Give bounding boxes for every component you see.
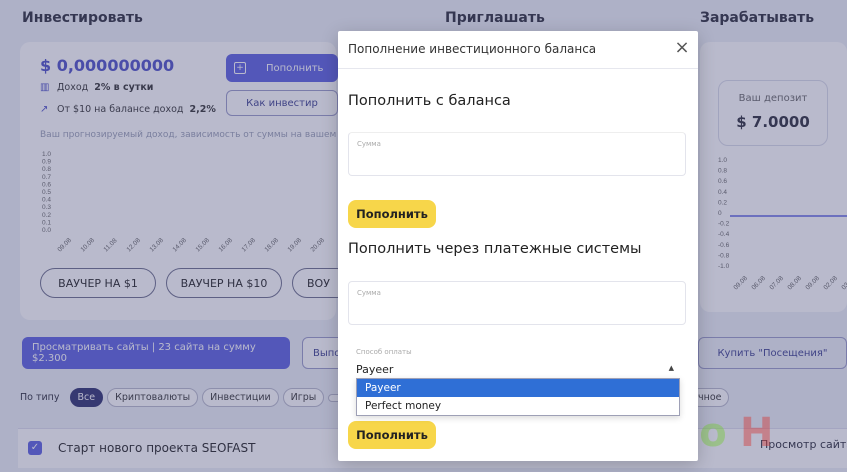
replenish-payment-button[interactable]: Пополнить [348, 421, 436, 449]
sum-field[interactable]: Сумма [348, 132, 686, 176]
payment-method-value: Payeer [356, 363, 394, 376]
payment-method-select[interactable]: Способ оплаты Payeer ▲ [348, 344, 686, 380]
section-payment-title: Пополнить через платежные системы [348, 241, 642, 257]
payment-method-label: Способ оплаты [356, 348, 412, 356]
sum-field-2-label: Сумма [357, 289, 381, 297]
payment-method-dropdown: Payeer Perfect money [356, 378, 680, 416]
modal-header: Пополнение инвестиционного баланса × [338, 31, 698, 69]
option-payeer[interactable]: Payeer [357, 379, 679, 397]
sum-field-2[interactable]: Сумма [348, 281, 686, 325]
sum-input-2[interactable] [355, 302, 679, 318]
option-perfect-money[interactable]: Perfect money [357, 397, 679, 415]
replenish-balance-button[interactable]: Пополнить [348, 200, 436, 228]
sum-field-label: Сумма [357, 140, 381, 148]
modal-title: Пополнение инвестиционного баланса [348, 42, 597, 56]
section-balance-title: Пополнить с баланса [348, 93, 511, 109]
caret-up-icon: ▲ [668, 364, 674, 372]
watermark-logo-2: H [740, 410, 774, 456]
close-icon[interactable]: × [674, 39, 690, 57]
sum-input[interactable] [355, 153, 679, 169]
